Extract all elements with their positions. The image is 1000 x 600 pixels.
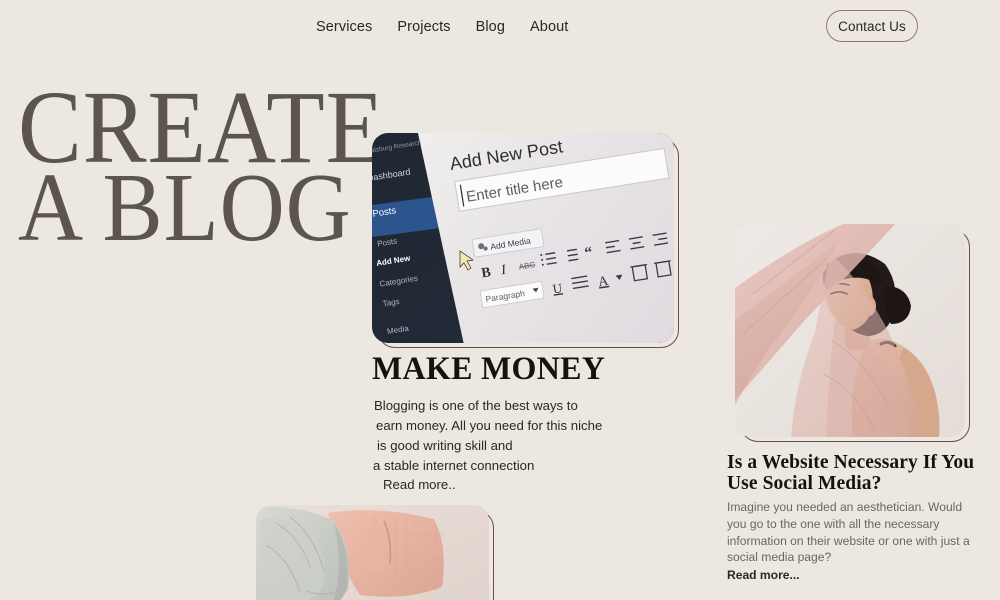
woman-pink-veil-illustration	[735, 224, 965, 437]
card-website-necessary-title: Is a Website Necessary If You Use Social…	[727, 452, 975, 495]
card-make-money-body: Blogging is one of the best ways to earn…	[372, 396, 642, 476]
wordpress-editor-image[interactable]: Salzburg Research Dashboard Posts Posts …	[372, 133, 679, 348]
folded-textile-illustration	[256, 505, 489, 600]
wordpress-editor-image-inner: Salzburg Research Dashboard Posts Posts …	[372, 133, 674, 343]
top-navigation: Services Projects Blog About Contact Us	[0, 0, 1000, 53]
contact-us-button[interactable]: Contact Us	[826, 10, 918, 42]
card-make-money-body-line-1: Blogging is one of the best ways to	[374, 397, 578, 413]
card-website-necessary: Is a Website Necessary If You Use Social…	[727, 452, 975, 584]
wordpress-editor-illustration: Salzburg Research Dashboard Posts Posts …	[372, 133, 674, 343]
page-title: CREATE A BLOG	[18, 75, 384, 263]
card-make-money: MAKE MONEY Blogging is one of the best w…	[372, 352, 642, 494]
hero-line-2: A BLOG	[18, 154, 352, 263]
card-make-money-title: MAKE MONEY	[372, 351, 606, 387]
nav-item-services[interactable]: Services	[316, 19, 372, 35]
website-necessary-image[interactable]	[735, 224, 970, 442]
card-website-necessary-body: Imagine you needed an aesthetician. Woul…	[727, 500, 970, 565]
website-necessary-image-inner	[735, 224, 965, 437]
card-make-money-read-more-link[interactable]: Read more..	[372, 477, 456, 492]
nav-item-blog[interactable]: Blog	[476, 19, 505, 35]
nav-links: Services Projects Blog About	[316, 19, 568, 35]
card-make-money-body-line-3: is good writing skill and	[377, 437, 513, 453]
card-make-money-body-line-4: a stable internet connection	[373, 457, 535, 473]
card-make-money-body-line-2: earn money. All you need for this niche	[376, 417, 603, 433]
nav-item-projects[interactable]: Projects	[397, 19, 450, 35]
textile-image[interactable]	[256, 505, 494, 600]
nav-item-about[interactable]: About	[530, 19, 568, 35]
card-website-necessary-read-more-link[interactable]: Read more...	[727, 568, 800, 582]
textile-image-inner	[256, 505, 489, 600]
